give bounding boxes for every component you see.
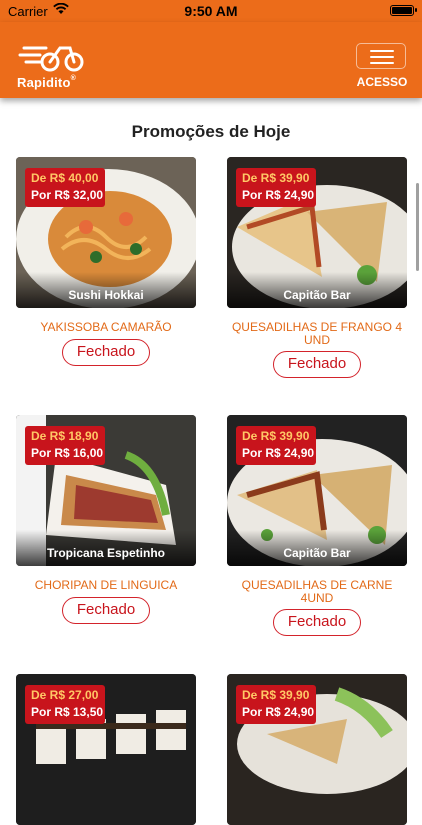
battery-icon (390, 5, 417, 16)
old-price: De R$ 40,00 (31, 171, 99, 185)
new-price: Por R$ 13,50 (31, 705, 104, 719)
new-price: Por R$ 24,90 (242, 446, 315, 460)
old-price: De R$ 18,90 (31, 429, 99, 443)
status-bar: Carrier 9:50 AM (0, 0, 422, 22)
old-price: De R$ 39,90 (242, 429, 310, 443)
item-name[interactable]: CHORIPAN DE LINGUICA (16, 579, 196, 592)
item-name[interactable]: QUESADILHAS DE FRANGO 4 UND (227, 321, 407, 347)
old-price: De R$ 27,00 (31, 688, 99, 702)
price-badge: De R$ 40,00 Por R$ 32,00 (25, 168, 105, 207)
new-price: Por R$ 32,00 (31, 188, 104, 202)
store-name: Capitão Bar (283, 288, 351, 302)
app-header: Rapidito® ACESSO (0, 22, 422, 98)
old-price: De R$ 39,90 (242, 171, 310, 185)
price-badge: De R$ 39,90 Por R$ 24,90 (236, 426, 316, 465)
new-price: Por R$ 24,90 (242, 188, 315, 202)
status-fechado-button[interactable]: Fechado (273, 351, 361, 378)
status-fechado-button[interactable]: Fechado (62, 597, 150, 624)
item-name[interactable]: QUESADILHAS DE CARNE 4UND (227, 579, 407, 605)
price-badge: De R$ 39,90 Por R$ 24,90 (236, 685, 316, 724)
price-badge: De R$ 27,00 Por R$ 13,50 (25, 685, 105, 724)
new-price: Por R$ 24,90 (242, 705, 315, 719)
section-title: Promoções de Hoje (131, 122, 291, 141)
scrollbar[interactable] (416, 183, 419, 271)
logo-text: Rapidito® (17, 75, 76, 90)
item-name[interactable]: YAKISSOBA CAMARÃO (16, 321, 196, 334)
status-fechado-button[interactable]: Fechado (62, 339, 150, 366)
status-fechado-button[interactable]: Fechado (273, 609, 361, 636)
hamburger-menu-icon[interactable] (356, 43, 406, 69)
store-name: Tropicana Espetinho (46, 546, 166, 560)
store-name: Capitão Bar (283, 546, 351, 560)
store-name: Sushi Hokkai (68, 288, 144, 302)
old-price: De R$ 39,90 (242, 688, 310, 702)
new-price: Por R$ 16,00 (31, 446, 104, 460)
price-badge: De R$ 39,90 Por R$ 24,90 (236, 168, 316, 207)
acesso-link[interactable]: ACESSO (352, 75, 412, 89)
price-badge: De R$ 18,90 Por R$ 16,00 (25, 426, 105, 465)
clock: 9:50 AM (184, 3, 238, 19)
